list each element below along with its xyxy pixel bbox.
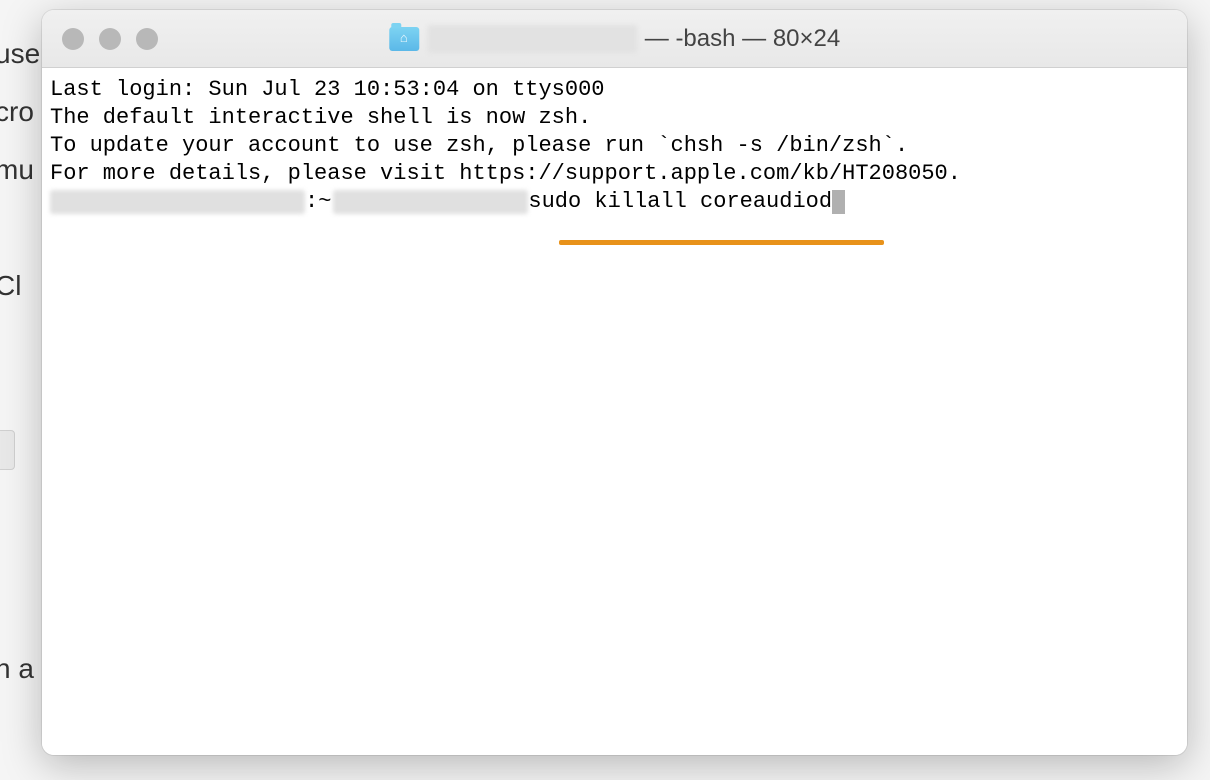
terminal-prompt-line[interactable]: :~ sudo killall coreaudiod [50,188,1179,216]
close-button[interactable] [62,28,84,50]
terminal-line: Last login: Sun Jul 23 10:53:04 on ttys0… [50,76,1179,104]
redacted-folder-name [427,25,637,53]
background-ui-element [0,430,15,470]
terminal-window[interactable]: — -bash — 80×24 Last login: Sun Jul 23 1… [42,10,1187,755]
bg-text-fragment: Cl [0,257,40,315]
maximize-button[interactable] [136,28,158,50]
cursor [832,190,845,214]
bg-text-fragment: n a [0,640,34,698]
annotation-underline [559,240,884,245]
redacted-username [333,190,528,214]
window-controls [62,28,158,50]
window-title: — -bash — 80×24 [389,25,840,53]
command-input[interactable]: sudo killall coreaudiod [528,188,832,216]
bg-text-fragment: cro [0,83,40,141]
terminal-line: To update your account to use zsh, pleas… [50,132,1179,160]
background-page-text: n a [0,640,34,698]
prompt-separator: :~ [305,188,331,216]
redacted-hostname [50,190,305,214]
minimize-button[interactable] [99,28,121,50]
bg-text-fragment: mu [0,141,40,199]
terminal-line: For more details, please visit https://s… [50,160,1179,188]
bg-text-fragment: use [0,25,40,83]
window-title-bar[interactable]: — -bash — 80×24 [42,10,1187,68]
terminal-output-area[interactable]: Last login: Sun Jul 23 10:53:04 on ttys0… [42,68,1187,755]
terminal-line: The default interactive shell is now zsh… [50,104,1179,132]
title-suffix: — -bash — 80×24 [645,25,840,53]
background-page-text: use cro mu Cl [0,25,40,315]
home-folder-icon [389,27,419,51]
